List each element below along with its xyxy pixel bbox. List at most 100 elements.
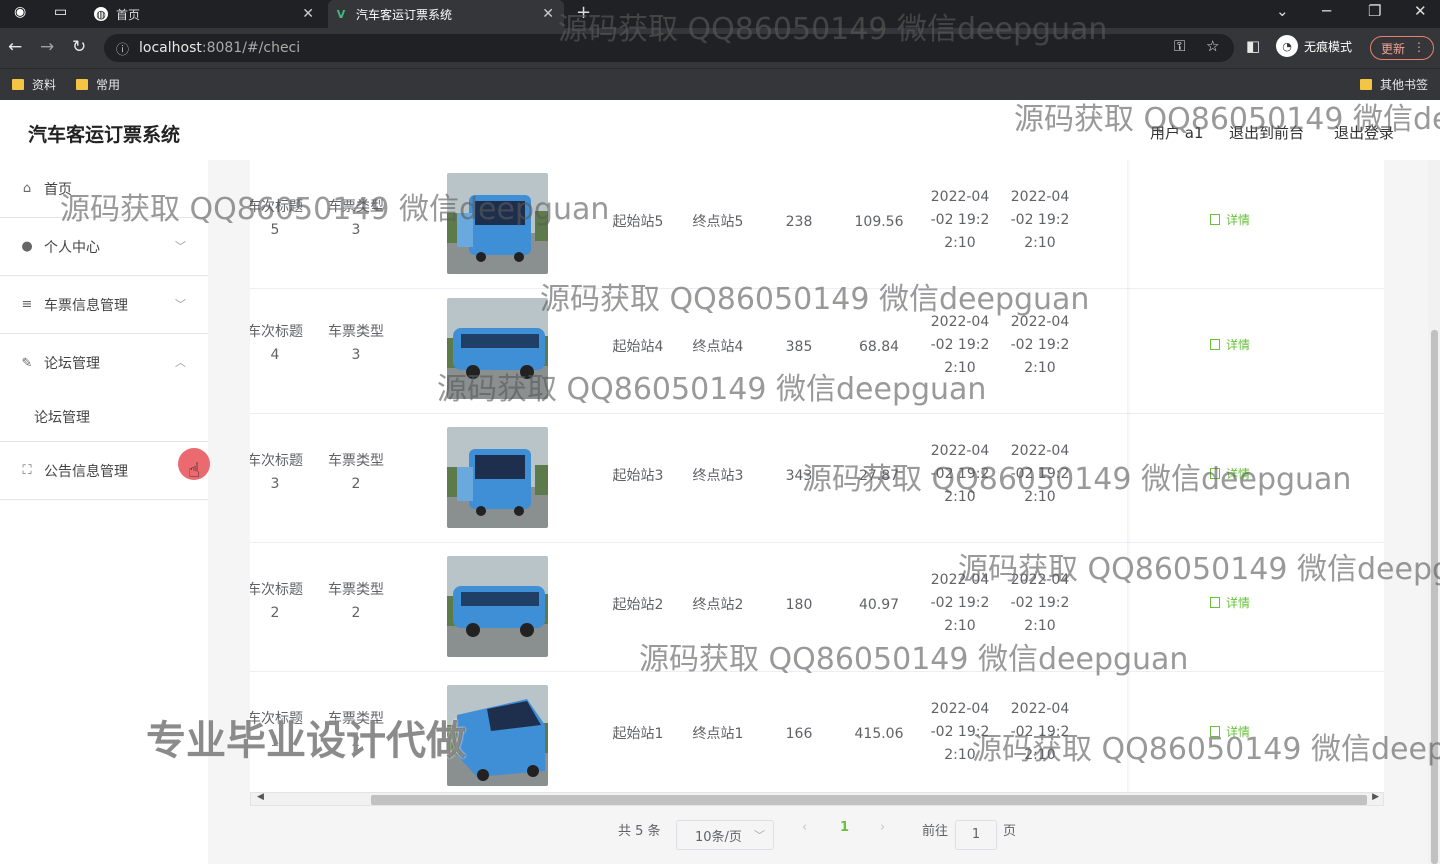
bookmark-label: 常用 <box>96 78 121 92</box>
chevron-down-icon: ﹀ <box>754 829 765 842</box>
tab-list-icon[interactable]: ⌄ <box>1276 2 1289 20</box>
close-icon[interactable]: ✕ <box>302 6 314 22</box>
detail-button[interactable]: 详情 <box>1210 465 1250 482</box>
sidebar-item-home[interactable]: ⌂ 首页 <box>0 160 208 218</box>
cell-end: 终点站3 <box>692 468 744 484</box>
cell-arrive-time: 2022-04 -02 19:2 2:10 <box>1000 186 1080 255</box>
key-icon[interactable]: ⚿ <box>1174 37 1185 55</box>
goto-page-input[interactable]: 1 <box>955 820 997 850</box>
minimize-icon[interactable]: ─ <box>1322 2 1331 20</box>
time-line: 2:10 <box>1024 618 1056 634</box>
table-row: 车次标题 5 车票类型 3 起始站5 终点站5 238 109.56 2022-04 -02 19… <box>250 160 1384 289</box>
page-size-select[interactable]: 10条/页 ﹀ <box>676 820 774 850</box>
reload-icon[interactable]: ↻ <box>72 37 86 57</box>
time-line: 2022-04 <box>930 572 990 588</box>
sidebar-item-tickets[interactable]: ≡ 车票信息管理 ﹀ <box>0 276 208 334</box>
bookmarks-bar: 资料 常用 其他书签 <box>0 68 1440 100</box>
chevron-down-icon: ﹀ <box>175 240 186 253</box>
time-line: 2022-04 <box>1010 189 1070 205</box>
page-number-current[interactable]: 1 <box>840 820 849 835</box>
cell-price: 27.87 <box>858 468 900 484</box>
vertical-scrollbar[interactable] <box>1428 160 1440 864</box>
cell-depart-time: 2022-04 -02 19:2 2:10 <box>920 440 1000 509</box>
scroll-thumb[interactable] <box>371 795 1367 805</box>
bus-photo <box>447 298 548 399</box>
sidebar-item-notices[interactable]: ⛶ 公告信息管理 <box>0 442 208 500</box>
logout-link[interactable]: 退出登录 <box>1334 122 1394 143</box>
cell-type: 车票类型 2 <box>305 450 407 496</box>
fixed-column-shadow <box>1127 160 1131 792</box>
browser-tab-app[interactable]: V 汽车客运订票系统 ✕ <box>328 0 564 28</box>
back-to-front-link[interactable]: 退出到前台 <box>1229 122 1304 143</box>
time-line: 2:10 <box>1024 747 1056 763</box>
time-line: 2:10 <box>944 235 976 251</box>
side-panel-icon[interactable]: ◧ <box>1246 37 1260 55</box>
detail-label: 详情 <box>1226 467 1251 481</box>
expand-icon: ⛶ <box>22 463 32 478</box>
cell-seats: 343 <box>785 468 813 484</box>
horizontal-scrollbar[interactable]: ◀ ▶ <box>250 792 1384 806</box>
chevron-down-icon: ﹀ <box>175 298 186 311</box>
browser-menu-icon[interactable]: ◉ <box>14 4 26 20</box>
new-tab-icon[interactable]: + <box>576 2 591 23</box>
incognito-indicator[interactable]: ◔ 无痕模式 <box>1276 35 1352 57</box>
bookmark-folder[interactable]: 资料 <box>12 76 56 93</box>
sidebar-item-label: 公告信息管理 <box>44 463 128 480</box>
document-icon <box>1210 214 1220 225</box>
cell-arrive-time: 2022-04 -02 19:2 2:10 <box>1000 698 1080 767</box>
next-page-icon[interactable]: › <box>880 820 885 835</box>
sidebar-item-label: 个人中心 <box>44 239 100 256</box>
detail-label: 详情 <box>1226 213 1251 227</box>
star-icon[interactable]: ☆ <box>1206 37 1219 55</box>
info-icon[interactable]: ⓘ <box>116 39 129 58</box>
time-line: 2022-04 <box>1010 572 1070 588</box>
cell-end: 终点站4 <box>692 339 744 355</box>
browser-tab-strip: ◉ ▭ ◍ 首页 ✕ V 汽车客运订票系统 ✕ + ⌄ ─ ❐ ✕ <box>0 0 1440 28</box>
bookmark-folder[interactable]: 常用 <box>76 76 120 93</box>
time-line: -02 19:2 <box>1010 595 1070 611</box>
cell-end: 终点站5 <box>692 214 744 230</box>
hand-cursor-icon: ☝ <box>188 458 201 482</box>
app-header: 汽车客运订票系统 用户 a1 退出到前台 退出登录 <box>0 100 1440 160</box>
forward-icon[interactable]: → <box>40 37 54 57</box>
window-close-icon[interactable]: ✕ <box>1414 2 1427 20</box>
pagination-total: 共 5 条 <box>618 824 661 839</box>
detail-label: 详情 <box>1226 338 1251 352</box>
update-button[interactable]: 更新 ⋮ <box>1370 36 1434 60</box>
cell-seats: 238 <box>785 214 813 230</box>
sidebar-item-personal[interactable]: ● 个人中心 ﹀ <box>0 218 208 276</box>
sidebar-subitem-forum[interactable]: 论坛管理 <box>0 392 208 442</box>
url-host: localhost <box>139 40 202 56</box>
scroll-left-icon[interactable]: ◀ <box>257 792 264 802</box>
time-line: 2:10 <box>944 489 976 505</box>
prev-page-icon[interactable]: ‹ <box>802 820 807 835</box>
close-icon[interactable]: ✕ <box>542 6 554 22</box>
time-line: 2022-04 <box>930 314 990 330</box>
time-line: 2:10 <box>1024 360 1056 376</box>
detail-button[interactable]: 详情 <box>1210 336 1250 353</box>
tab-label: 汽车客运订票系统 <box>356 7 453 22</box>
scroll-thumb[interactable] <box>1431 330 1438 864</box>
address-bar[interactable]: ⓘ localhost :8081/#/checi <box>104 34 1234 62</box>
restore-icon[interactable]: ❐ <box>1368 2 1381 20</box>
folder-icon <box>76 79 88 90</box>
tab-search-icon[interactable]: ▭ <box>54 4 67 20</box>
detail-button[interactable]: 详情 <box>1210 723 1250 740</box>
detail-button[interactable]: 详情 <box>1210 594 1250 611</box>
back-icon[interactable]: ← <box>8 37 22 57</box>
cell-price: 40.97 <box>858 597 900 613</box>
other-bookmarks[interactable]: 其他书签 <box>1360 76 1428 93</box>
time-line: -02 19:2 <box>1010 212 1070 228</box>
detail-button[interactable]: 详情 <box>1210 211 1250 228</box>
banner-watermark: 专业毕业设计代做 <box>146 718 466 764</box>
cell-type-value: 2 <box>351 476 361 492</box>
sidebar-item-label: 车票信息管理 <box>44 297 128 314</box>
page-unit-label: 页 <box>1003 824 1017 839</box>
scroll-right-icon[interactable]: ▶ <box>1372 792 1379 802</box>
browser-tab-home[interactable]: ◍ 首页 ✕ <box>88 0 324 28</box>
sidebar-item-forum[interactable]: ✎ 论坛管理 ︿ <box>0 334 208 392</box>
url-path: :8081/#/checi <box>201 40 301 56</box>
cell-type-value: 3 <box>351 347 361 363</box>
cell-type-label: 车票类型 <box>328 324 384 340</box>
goto-label: 前往 <box>922 824 949 839</box>
